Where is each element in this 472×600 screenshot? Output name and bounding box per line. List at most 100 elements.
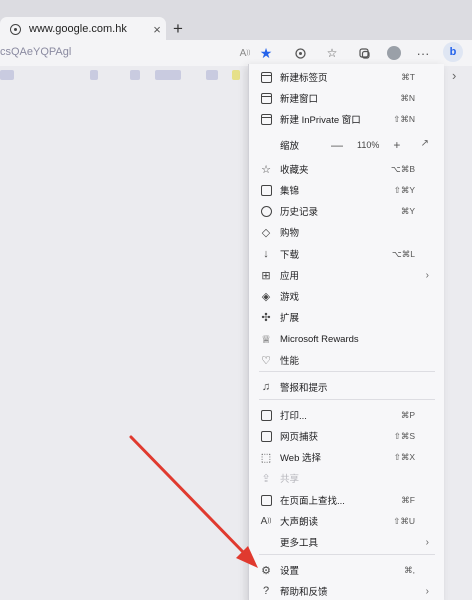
menu-item-performance[interactable]: ♡ 性能 bbox=[249, 350, 445, 370]
menu-item-shortcut: ⇧⌘Y bbox=[393, 184, 415, 195]
menu-item-shortcut: ⌘T bbox=[401, 71, 415, 82]
menu-item-read-aloud[interactable]: A)) 大声朗读 ⇧⌘U bbox=[249, 511, 445, 531]
menu-item-games[interactable]: ◈ 游戏 bbox=[249, 286, 445, 306]
bookmark-placeholder[interactable] bbox=[206, 70, 218, 80]
menu-item-shortcut: ⌘P bbox=[400, 409, 415, 420]
read-aloud-icon[interactable]: A)) bbox=[236, 44, 254, 62]
menu-item-label: 在页面上查找... bbox=[280, 496, 345, 507]
menu-item-favorites[interactable]: ☆ 收藏夹 ⌥⌘B bbox=[249, 159, 445, 179]
chevron-right-icon[interactable]: › bbox=[452, 68, 456, 83]
bookmark-placeholder[interactable] bbox=[130, 70, 140, 80]
menu-item-microsoft-rewards[interactable]: ♕ Microsoft Rewards bbox=[249, 329, 445, 349]
printer-icon bbox=[259, 408, 273, 422]
chevron-right-icon: › bbox=[425, 585, 429, 597]
shopping-tag-icon: ◇ bbox=[261, 226, 271, 239]
more-tools-icon bbox=[259, 535, 273, 549]
menu-item-more-tools[interactable]: 更多工具 › bbox=[249, 532, 445, 552]
fullscreen-icon[interactable]: ↗ bbox=[421, 138, 429, 149]
menu-item-shortcut: ⌘Y bbox=[400, 205, 415, 216]
zoom-out-button[interactable]: — bbox=[331, 138, 343, 152]
help-icon: ? bbox=[262, 585, 270, 597]
menu-item-new-tab[interactable]: 新建标签页 ⌘T bbox=[249, 67, 445, 87]
menu-item-label: 设置 bbox=[280, 566, 300, 577]
menu-item-extensions[interactable]: ✣ 扩展 bbox=[249, 307, 445, 327]
menu-item-label: 更多工具 bbox=[280, 538, 319, 549]
menu-item-shortcut: ⌥⌘B bbox=[391, 163, 415, 174]
menu-item-label: 购物 bbox=[280, 228, 300, 239]
settings-more-icon[interactable]: ··· bbox=[414, 44, 432, 62]
menu-item-zoom: 缩放 — 110% + ↗ bbox=[249, 135, 445, 155]
menu-item-label: 大声朗读 bbox=[280, 517, 319, 528]
browser-tab[interactable]: www.google.com.hk × bbox=[0, 17, 166, 41]
address-bar-url[interactable]: csQAeYQPAgl bbox=[0, 46, 71, 58]
menu-item-label: 新建标签页 bbox=[280, 73, 328, 84]
bing-copilot-icon[interactable]: b bbox=[443, 42, 463, 62]
menu-item-label: 扩展 bbox=[280, 313, 300, 324]
favorites-icon: ☆ bbox=[261, 163, 271, 176]
menu-item-shortcut: ⌘, bbox=[404, 564, 415, 575]
gear-icon: ⚙ bbox=[261, 564, 271, 577]
bookmark-placeholder[interactable] bbox=[232, 70, 240, 80]
menu-item-shortcut: ⇧⌘N bbox=[393, 113, 415, 124]
history-icon bbox=[259, 204, 273, 218]
new-tab-icon bbox=[259, 70, 273, 84]
inprivate-icon bbox=[259, 112, 273, 126]
menu-item-new-inprivate-window[interactable]: 新建 InPrivate 窗口 ⇧⌘N bbox=[249, 109, 445, 129]
menu-item-shortcut: ⌥⌘L bbox=[391, 248, 415, 259]
menu-item-shortcut: ⌘F bbox=[401, 494, 415, 505]
find-icon bbox=[259, 493, 273, 507]
extensions-toolbar-icon[interactable] bbox=[291, 44, 309, 62]
menu-item-label: Microsoft Rewards bbox=[280, 333, 359, 345]
address-toolbar: csQAeYQPAgl A)) ★ ☆ ··· b bbox=[0, 40, 472, 66]
menu-item-history[interactable]: 历史记录 ⌘Y bbox=[249, 201, 445, 221]
menu-item-new-window[interactable]: 新建窗口 ⌘N bbox=[249, 88, 445, 108]
menu-item-find-on-page[interactable]: 在页面上查找... ⌘F bbox=[249, 490, 445, 510]
bell-icon: ♫ bbox=[261, 381, 271, 393]
tab-title: www.google.com.hk bbox=[29, 23, 127, 35]
menu-item-alerts-and-tips[interactable]: ♫ 警报和提示 bbox=[249, 377, 445, 397]
tab-strip: www.google.com.hk × + bbox=[0, 0, 472, 41]
menu-item-help-and-feedback[interactable]: ? 帮助和反馈 › bbox=[249, 581, 445, 600]
performance-heart-icon: ♡ bbox=[261, 354, 271, 367]
menu-item-label: 打印... bbox=[280, 411, 307, 422]
menu-item-label: 集锦 bbox=[280, 186, 300, 197]
chevron-right-icon: › bbox=[425, 536, 429, 548]
profile-avatar-icon[interactable] bbox=[385, 44, 403, 62]
bookmark-placeholder[interactable] bbox=[90, 70, 98, 80]
menu-item-label: 性能 bbox=[280, 356, 300, 367]
menu-item-label: Web 选择 bbox=[280, 453, 322, 464]
games-icon: ◈ bbox=[261, 290, 271, 303]
collections-icon bbox=[259, 183, 273, 197]
menu-item-settings[interactable]: ⚙ 设置 ⌘, bbox=[249, 560, 445, 580]
bookmark-placeholder[interactable] bbox=[0, 70, 14, 80]
menu-item-shortcut: ⌘N bbox=[400, 92, 415, 103]
collections-toolbar-icon[interactable] bbox=[355, 44, 373, 62]
menu-item-print[interactable]: 打印... ⌘P bbox=[249, 405, 445, 425]
menu-item-label: 收藏夹 bbox=[280, 165, 309, 176]
menu-item-label: 应用 bbox=[280, 271, 300, 282]
menu-item-web-capture[interactable]: 网页捕获 ⇧⌘S bbox=[249, 426, 445, 446]
zoom-in-button[interactable]: + bbox=[393, 138, 400, 152]
menu-item-label: 共享 bbox=[280, 474, 300, 485]
favorite-star-icon[interactable]: ★ bbox=[257, 44, 275, 62]
menu-item-apps[interactable]: ⊞ 应用 › bbox=[249, 265, 445, 285]
menu-item-label: 网页捕获 bbox=[280, 432, 319, 443]
menu-item-label: 帮助和反馈 bbox=[280, 587, 328, 598]
tab-close-icon[interactable]: × bbox=[148, 22, 166, 37]
new-window-icon bbox=[259, 91, 273, 105]
bookmark-placeholder[interactable] bbox=[155, 70, 181, 80]
menu-item-label: 游戏 bbox=[280, 292, 300, 303]
apps-grid-icon: ⊞ bbox=[261, 269, 271, 282]
menu-item-label: 历史记录 bbox=[280, 207, 319, 218]
menu-item-label: 警报和提示 bbox=[280, 383, 328, 394]
menu-item-shopping[interactable]: ◇ 购物 bbox=[249, 222, 445, 242]
menu-item-shortcut: ⇧⌘X bbox=[393, 451, 415, 462]
menu-item-collections[interactable]: 集锦 ⇧⌘Y bbox=[249, 180, 445, 200]
new-tab-button[interactable]: + bbox=[170, 20, 186, 38]
menu-item-label: 新建窗口 bbox=[280, 94, 319, 105]
menu-item-web-select[interactable]: ⬚ Web 选择 ⇧⌘X bbox=[249, 447, 445, 467]
menu-item-label: 下载 bbox=[280, 250, 300, 261]
puzzle-piece-icon: ✣ bbox=[261, 311, 271, 324]
favorites-bar-icon[interactable]: ☆ bbox=[323, 44, 341, 62]
menu-item-downloads[interactable]: ↓ 下载 ⌥⌘L bbox=[249, 244, 445, 264]
